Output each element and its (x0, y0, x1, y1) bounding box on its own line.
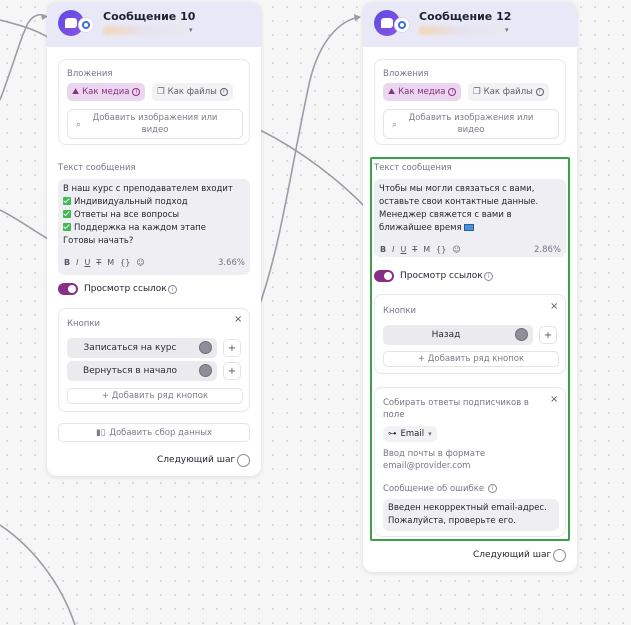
italic-button[interactable]: I (76, 258, 78, 267)
card-title: Сообщение 12 (419, 10, 512, 23)
message-card-10[interactable]: Сообщение 10 ▾ Вложения ⛰ Как медиа i ❐ … (47, 2, 261, 476)
card-header[interactable]: Сообщение 12 ▾ (363, 2, 577, 47)
add-media-button[interactable]: ⌕ Добавить изображения или видео (67, 109, 243, 139)
attachments-label: Вложения (67, 69, 113, 79)
checkmark-icon (63, 223, 71, 231)
add-media-button[interactable]: ⌕ Добавить изображения или видео (383, 109, 559, 139)
blurred-subtitle (103, 26, 187, 35)
info-icon: i (132, 88, 141, 96)
attachments-section: Вложения ⛰ Как медиа i ❐ Как файлы i ⌕ Д… (58, 59, 250, 145)
as-files-button[interactable]: ❐ Как файлы i (468, 83, 549, 101)
paperclip-icon: ⌕ (392, 120, 398, 130)
blurred-subtitle (419, 26, 503, 35)
card-title: Сообщение 10 (103, 10, 196, 23)
format-percent: 3.66% (218, 258, 246, 268)
bold-button[interactable]: B (64, 258, 70, 267)
checkmark-icon (63, 210, 71, 218)
buttons-label: Кнопки (67, 319, 101, 329)
chevron-down-icon[interactable]: ▾ (189, 26, 193, 34)
format-toolbar: B I U T M {} ☺ (64, 258, 145, 267)
add-data-collection-button[interactable]: ▮▯ Добавить сбор данных (58, 423, 250, 442)
image-icon: ⛰ (72, 87, 80, 97)
monospace-button[interactable]: M (107, 258, 114, 267)
checkmark-icon (63, 197, 71, 205)
close-icon[interactable]: × (234, 314, 242, 325)
attachments-label: Вложения (383, 69, 429, 79)
next-step-label: Следующий шаг (157, 455, 236, 465)
info-icon: i (168, 285, 177, 294)
link-preview-label: Просмотр ссылок (84, 284, 167, 294)
message-text-label: Текст сообщения (58, 163, 136, 173)
variables-button[interactable]: {} (120, 258, 130, 267)
link-preview-toggle[interactable] (58, 283, 78, 295)
as-media-button[interactable]: ⛰ Как медиа i (67, 83, 146, 101)
as-media-button[interactable]: ⛰ Как медиа i (383, 83, 462, 101)
as-files-button[interactable]: ❐ Как файлы i (152, 83, 233, 101)
strikethrough-button[interactable]: T (96, 258, 101, 267)
channel-icon (78, 17, 94, 33)
button-item[interactable]: Записаться на курс (67, 338, 217, 358)
database-icon: ▮▯ (95, 427, 106, 438)
info-icon: i (535, 88, 544, 96)
info-icon: i (448, 88, 457, 96)
paperclip-icon: ⌕ (76, 120, 82, 130)
next-step-connector[interactable] (237, 454, 250, 467)
image-icon: ⛰ (388, 87, 396, 97)
button-connector-dot[interactable] (199, 364, 212, 377)
button-connector-dot[interactable] (199, 341, 212, 354)
selection-highlight (370, 157, 570, 541)
channel-icon (394, 17, 410, 33)
chevron-down-icon[interactable]: ▾ (505, 26, 509, 34)
file-icon: ❐ (473, 87, 481, 97)
info-icon: i (219, 88, 228, 96)
buttons-section: Кнопки × Записаться на курс + Вернуться … (58, 308, 250, 412)
add-button-row[interactable]: + Добавить ряд кнопок (67, 388, 243, 404)
card-header[interactable]: Сообщение 10 ▾ (47, 2, 261, 47)
file-icon: ❐ (157, 87, 165, 97)
emoji-button[interactable]: ☺ (136, 258, 144, 267)
next-step-connector[interactable] (553, 549, 566, 562)
underline-button[interactable]: U (84, 258, 90, 267)
attachments-section: Вложения ⛰ Как медиа i ❐ Как файлы i ⌕ Д… (374, 59, 566, 145)
add-button-plus[interactable]: + (223, 362, 241, 380)
add-button-plus[interactable]: + (223, 339, 241, 357)
next-step-label: Следующий шаг (473, 550, 552, 560)
button-item[interactable]: Вернуться в начало (67, 361, 217, 381)
